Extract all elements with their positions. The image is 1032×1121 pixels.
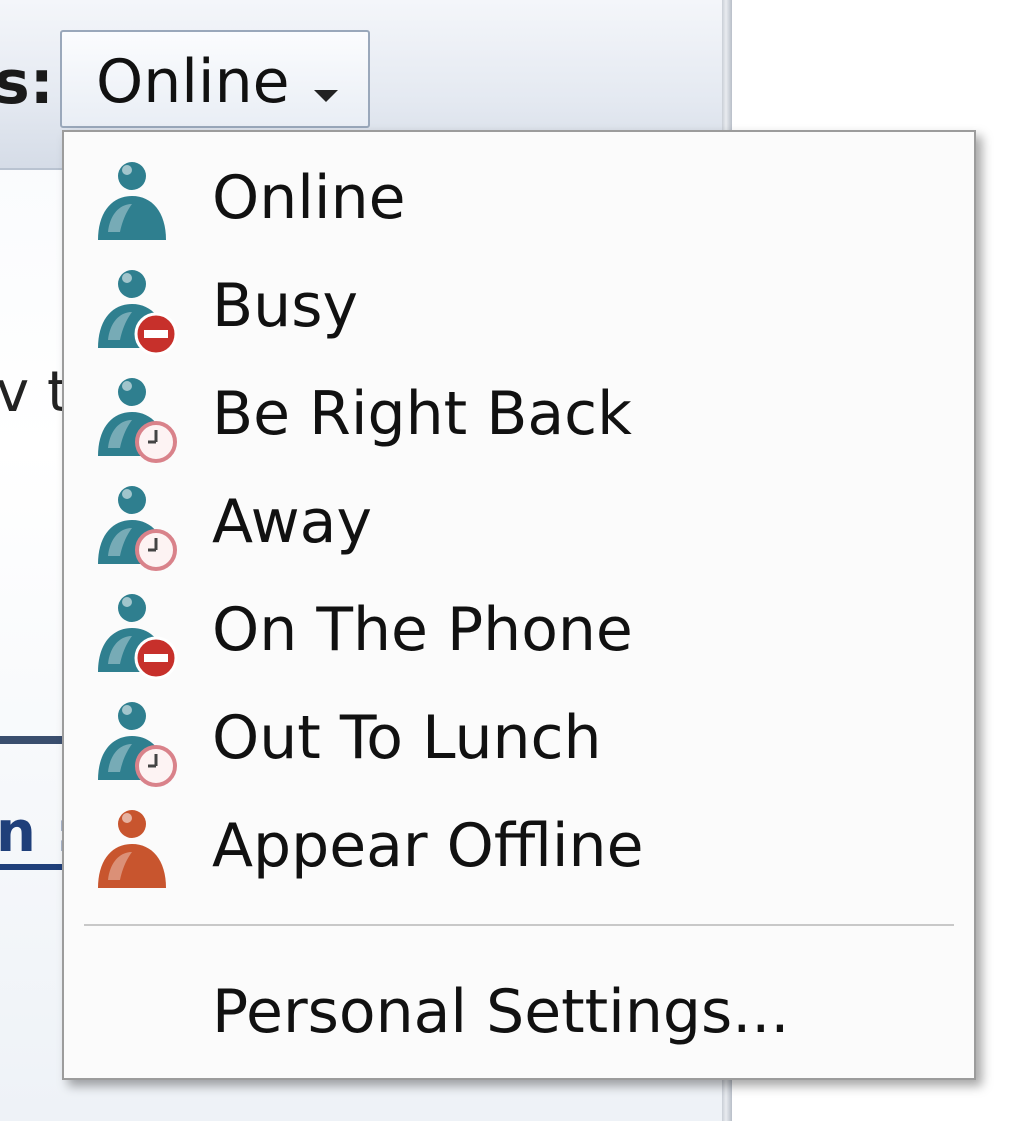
menu-item-label: Be Right Back bbox=[212, 379, 632, 449]
user-busy-icon bbox=[90, 264, 186, 360]
status-dropdown-value: Online bbox=[96, 47, 290, 117]
screenshot-stage: s: Online v t n : Personal Settings... O… bbox=[0, 0, 1032, 1121]
menu-item-personal-settings[interactable]: Personal Settings... bbox=[64, 960, 974, 1066]
status-label: s: bbox=[0, 48, 54, 118]
background-text-fragment: v t bbox=[0, 360, 69, 425]
menu-item-be-right-back[interactable]: Be Right Back bbox=[64, 362, 974, 468]
menu-item-label: Online bbox=[212, 163, 406, 233]
user-brb-icon bbox=[90, 372, 186, 468]
user-phone-icon bbox=[90, 588, 186, 684]
user-offline-icon bbox=[90, 804, 186, 900]
background-link-underline bbox=[0, 864, 70, 870]
menu-item-label: Busy bbox=[212, 271, 358, 341]
menu-item-busy[interactable]: Busy bbox=[64, 254, 974, 360]
user-online-icon bbox=[90, 156, 186, 252]
menu-item-appear-offline[interactable]: Appear Offline bbox=[64, 794, 974, 900]
status-menu: Personal Settings... Online Busy Be Right … bbox=[62, 130, 976, 1080]
menu-item-label: Away bbox=[212, 487, 372, 557]
menu-item-online[interactable]: Online bbox=[64, 146, 974, 252]
menu-separator bbox=[84, 924, 954, 926]
menu-item-out-to-lunch[interactable]: Out To Lunch bbox=[64, 686, 974, 792]
menu-item-away[interactable]: Away bbox=[64, 470, 974, 576]
chevron-down-icon bbox=[314, 90, 338, 102]
menu-item-label: Out To Lunch bbox=[212, 703, 602, 773]
background-divider bbox=[0, 736, 70, 744]
menu-item-on-the-phone[interactable]: On The Phone bbox=[64, 578, 974, 684]
menu-item-label: Appear Offline bbox=[212, 811, 644, 881]
user-away-icon bbox=[90, 480, 186, 576]
status-dropdown-button[interactable]: Online bbox=[60, 30, 370, 128]
user-lunch-icon bbox=[90, 696, 186, 792]
menu-item-label: On The Phone bbox=[212, 595, 633, 665]
menu-item-label: Personal Settings... bbox=[212, 977, 790, 1047]
